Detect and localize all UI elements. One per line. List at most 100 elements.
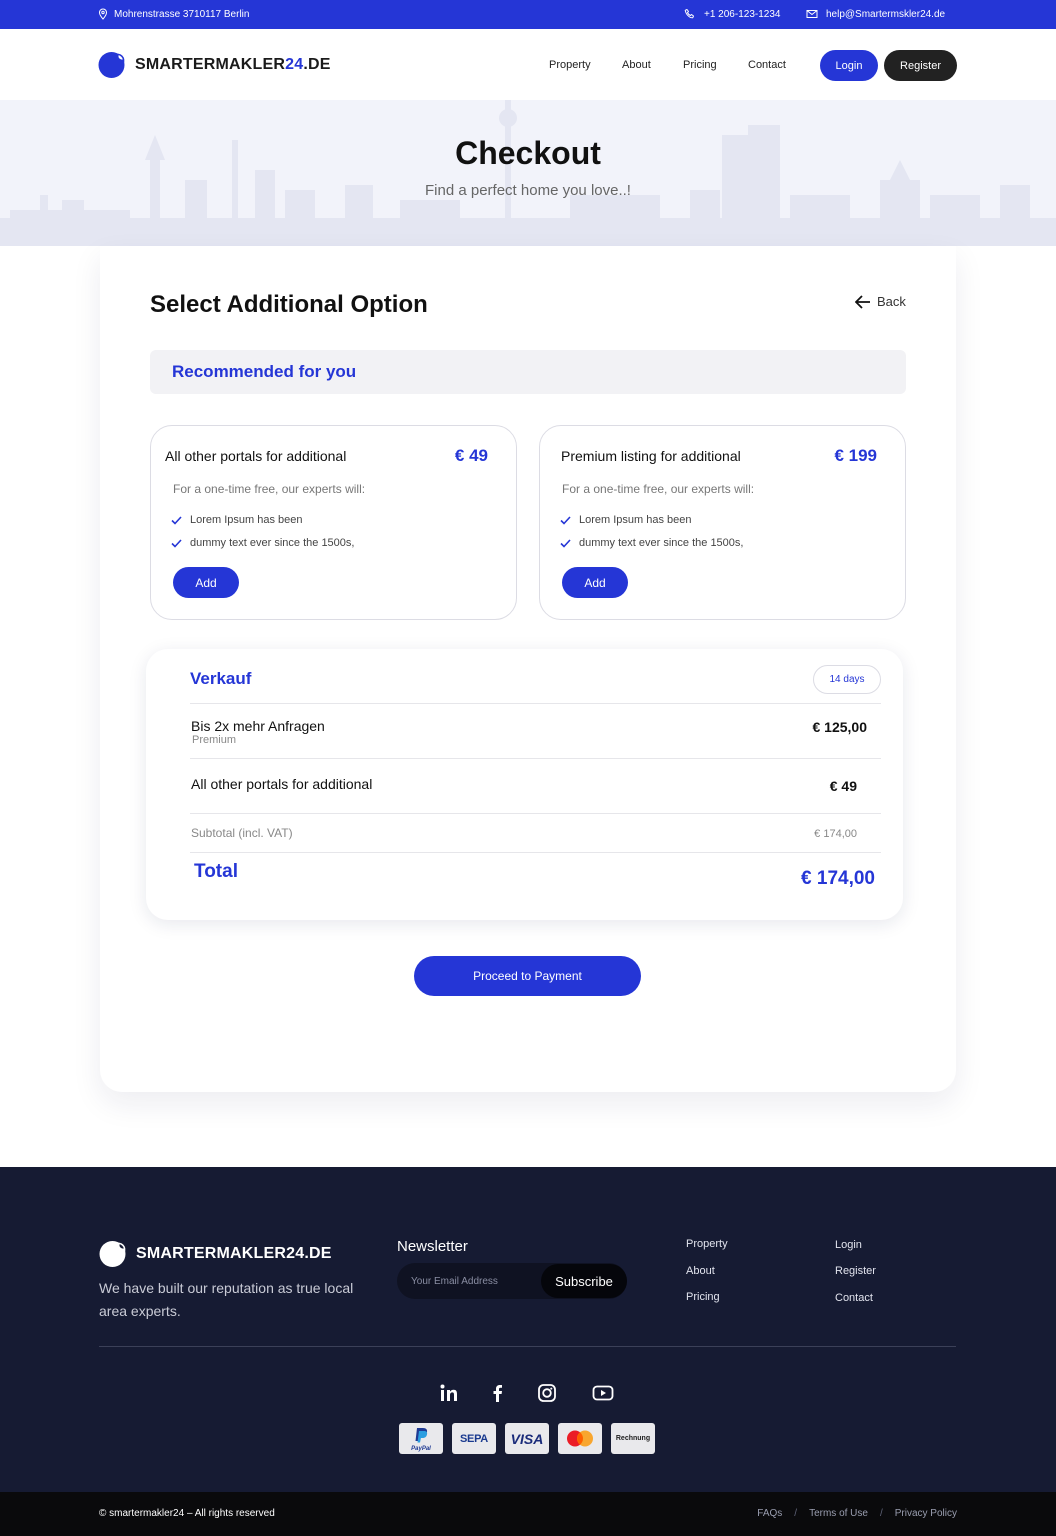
email-text[interactable]: help@Smartermskler24.de: [826, 9, 945, 20]
option-feature: dummy text ever since the 1500s,: [560, 537, 743, 549]
footer-divider: [99, 1346, 956, 1347]
nav-property[interactable]: Property: [549, 59, 591, 71]
page-subtitle: Find a perfect home you love..!: [425, 182, 631, 199]
option-card: Premium listing for additional € 199 For…: [539, 425, 906, 620]
check-icon: [560, 515, 571, 525]
address: Mohrenstrasse 3710117 Berlin: [97, 8, 249, 20]
recommended-label: Recommended for you: [172, 362, 357, 381]
logo-text: SMARTERMAKLER24.DE: [135, 55, 331, 73]
logo-icon: [99, 1241, 127, 1267]
subscribe-button[interactable]: Subscribe: [541, 1264, 627, 1298]
option-title: Premium listing for additional: [561, 448, 741, 464]
sepa-logo-text: SEPA: [460, 1432, 488, 1445]
add-option-button[interactable]: Add: [173, 567, 239, 598]
footer-link-login[interactable]: Login: [835, 1239, 862, 1251]
subtotal-label: Subtotal (incl. VAT): [191, 826, 293, 840]
page-title: Checkout: [455, 135, 601, 171]
login-button[interactable]: Login: [820, 50, 878, 81]
phone-text[interactable]: +1 206-123-1234: [704, 9, 780, 20]
summary-item-price: € 49: [829, 778, 857, 794]
privacy-link[interactable]: Privacy Policy: [895, 1508, 957, 1519]
check-icon: [560, 538, 571, 548]
divider: [190, 703, 881, 704]
check-icon: [171, 515, 182, 525]
separator: /: [879, 1508, 883, 1519]
option-feature: Lorem Ipsum has been: [560, 514, 692, 526]
option-title: All other portals for additional: [165, 448, 347, 464]
address-text: Mohrenstrasse 3710117 Berlin: [114, 8, 250, 20]
back-label: Back: [877, 294, 906, 309]
legal-links: FAQs / Terms of Use / Privacy Policy: [757, 1508, 957, 1519]
proceed-to-payment-button[interactable]: Proceed to Payment: [414, 956, 641, 996]
footer-link-contact[interactable]: Contact: [835, 1292, 873, 1304]
location-pin-icon: [98, 8, 108, 20]
total-label: Total: [194, 861, 238, 882]
nav-pricing[interactable]: Pricing: [683, 59, 717, 71]
subtotal-value: € 174,00: [814, 828, 857, 840]
nav-about[interactable]: About: [622, 59, 651, 71]
summary-item-name: Bis 2x mehr Anfragen: [191, 718, 325, 734]
visa-logo-text: VISA: [510, 1430, 544, 1447]
phone-icon: [684, 9, 694, 19]
separator: /: [794, 1508, 798, 1519]
option-feature: dummy text ever since the 1500s,: [171, 537, 354, 549]
option-price: € 199: [834, 446, 877, 465]
sepa-logo: SEPA: [452, 1423, 496, 1454]
invoice-logo: Rechnung: [611, 1423, 655, 1454]
top-bar: Mohrenstrasse 3710117 Berlin +1 206-123-…: [0, 0, 1056, 29]
footer-link-register[interactable]: Register: [835, 1265, 876, 1277]
instagram-icon[interactable]: [535, 1382, 559, 1404]
phone[interactable]: +1 206-123-1234: [684, 8, 780, 20]
linkedin-icon[interactable]: [437, 1382, 461, 1404]
summary-title: Verkauf: [190, 669, 252, 688]
logo-icon: [98, 52, 126, 78]
option-card: All other portals for additional € 49 Fo…: [150, 425, 517, 620]
footer-link-property[interactable]: Property: [686, 1238, 728, 1250]
option-feature: Lorem Ipsum has been: [171, 514, 303, 526]
youtube-icon[interactable]: [591, 1382, 615, 1404]
faqs-link[interactable]: FAQs: [757, 1508, 782, 1519]
email[interactable]: help@Smartermskler24.de: [806, 8, 945, 20]
divider: [190, 758, 881, 759]
duration-badge: 14 days: [813, 665, 881, 694]
footer-link-pricing[interactable]: Pricing: [686, 1291, 720, 1303]
summary-item-price: € 125,00: [812, 719, 868, 735]
option-description: For a one-time free, our experts will:: [562, 482, 755, 496]
paypal-logo: PayPal: [399, 1423, 443, 1454]
mail-icon: [806, 10, 818, 18]
add-option-button[interactable]: Add: [562, 567, 628, 598]
hero-banner: Checkout Find a perfect home you love..!: [0, 100, 1056, 246]
facebook-icon[interactable]: [486, 1382, 510, 1404]
mastercard-logo: [558, 1423, 602, 1454]
section-title: Select Additional Option: [150, 291, 428, 318]
newsletter-email-input[interactable]: [411, 1272, 536, 1290]
divider: [190, 813, 881, 814]
visa-logo: VISA: [505, 1423, 549, 1454]
header: SMARTERMAKLER24.DE Property About Pricin…: [0, 29, 1056, 100]
bottom-bar: © smartermakler24 – All rights reserved …: [0, 1492, 1056, 1536]
recommended-banner: Recommended for you: [150, 350, 906, 394]
order-summary: Verkauf 14 days Bis 2x mehr Anfragen Pre…: [146, 649, 903, 920]
summary-item-sub: Premium: [192, 734, 237, 746]
terms-link[interactable]: Terms of Use: [809, 1508, 868, 1519]
newsletter-title: Newsletter: [397, 1238, 468, 1255]
footer: SMARTERMAKLER24.DE We have built our rep…: [0, 1167, 1056, 1492]
logo[interactable]: SMARTERMAKLER24.DE: [98, 51, 331, 78]
footer-logo-text: SMARTERMAKLER24.DE: [136, 1244, 332, 1262]
svg-text:PayPal: PayPal: [411, 1446, 431, 1452]
footer-logo[interactable]: SMARTERMAKLER24.DE: [99, 1240, 332, 1267]
total-value: € 174,00: [801, 868, 875, 889]
summary-item-name: All other portals for additional: [191, 776, 373, 792]
nav-contact[interactable]: Contact: [748, 59, 786, 71]
arrow-left-icon: [855, 294, 870, 309]
register-button[interactable]: Register: [884, 50, 957, 81]
copyright: © smartermakler24 – All rights reserved: [99, 1508, 275, 1519]
footer-link-about[interactable]: About: [686, 1265, 715, 1277]
check-icon: [171, 538, 182, 548]
footer-tagline: We have built our reputation as true loc…: [99, 1280, 354, 1319]
invoice-logo-text: Rechnung: [615, 1435, 651, 1442]
city-skyline-illustration: [0, 100, 1056, 246]
divider: [190, 852, 881, 853]
option-description: For a one-time free, our experts will:: [173, 482, 366, 496]
back-button[interactable]: Back: [855, 294, 906, 309]
